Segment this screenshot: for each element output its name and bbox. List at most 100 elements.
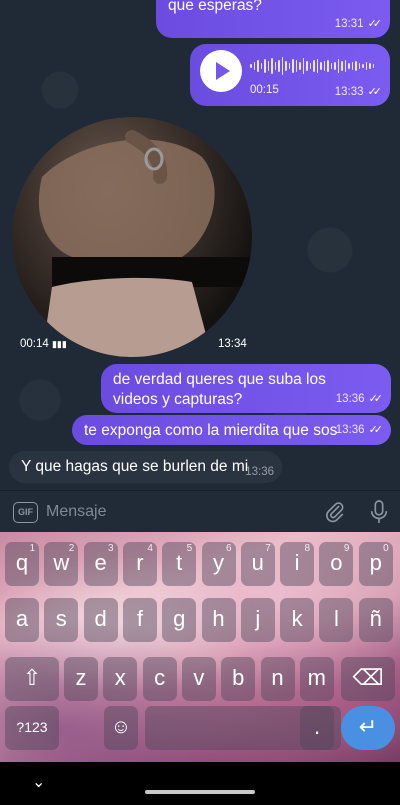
key-hint: 6 <box>225 543 232 554</box>
key-g[interactable]: g <box>162 598 197 642</box>
hide-keyboard-button[interactable]: ⌄ <box>32 772 45 792</box>
key-n[interactable]: n <box>260 657 295 701</box>
waveform-bar <box>337 59 339 73</box>
read-ticks-icon: ✓✓ <box>368 393 384 405</box>
message-text: te exponga como la mierdita que sos <box>84 422 338 439</box>
message-meta: 13:36 ✓✓ <box>335 420 383 440</box>
waveform-bar <box>351 62 353 70</box>
key-a[interactable]: a <box>5 598 39 642</box>
voice-message-bubble[interactable]: 00:15 13:33 ✓✓ <box>190 44 390 106</box>
on-screen-keyboard: ⇧ ⌫ ?123 ☺ . ↵ q1w2e3r4t5y6u7i8o9p0 asdfg… <box>0 532 400 762</box>
message-time: 13:36 <box>335 424 365 436</box>
message-bubble-outgoing[interactable]: que esperas? 13:31 ✓✓ <box>156 0 390 38</box>
attach-icon[interactable] <box>324 500 346 524</box>
waveform-bar <box>274 62 276 70</box>
message-text: de verdad queres que suba los videos y c… <box>113 371 326 408</box>
waveform-bar <box>341 61 343 71</box>
waveform-bar <box>358 63 360 69</box>
key-q[interactable]: q1 <box>5 542 39 586</box>
waveform-bar <box>313 60 315 72</box>
home-gesture-bar[interactable] <box>145 790 255 794</box>
delete-key[interactable]: ⌫ <box>341 657 395 701</box>
message-meta: 13:36 ✓✓ <box>335 389 384 409</box>
waveform-bar <box>372 64 374 68</box>
waveform-bar <box>285 61 287 71</box>
waveform-bar <box>278 60 280 72</box>
key-hint: 0 <box>383 543 389 554</box>
waveform-bar <box>264 59 266 73</box>
key-c[interactable]: c <box>142 657 177 701</box>
waveform-bar <box>334 62 336 70</box>
key-z[interactable]: z <box>64 657 98 701</box>
key-ñ[interactable]: ñ <box>358 598 393 642</box>
video-duration: 00:14 ▮▮▮ <box>20 338 67 350</box>
gif-icon[interactable]: GIF <box>13 502 38 523</box>
message-text: que esperas? <box>168 0 262 14</box>
key-v[interactable]: v <box>181 657 216 701</box>
waveform-bar <box>260 63 262 69</box>
waveform-bar <box>327 60 329 72</box>
key-w[interactable]: w2 <box>44 542 79 586</box>
waveform-bar <box>369 63 371 69</box>
key-s[interactable]: s <box>44 598 79 642</box>
key-u[interactable]: u7 <box>240 542 275 586</box>
waveform-bar <box>292 59 294 73</box>
video-frame-image <box>38 130 252 357</box>
play-button[interactable] <box>200 50 242 92</box>
message-time: 13:36 <box>335 393 365 405</box>
key-p[interactable]: p0 <box>358 542 393 586</box>
key-k[interactable]: k <box>280 598 315 642</box>
waveform-bar <box>253 62 255 70</box>
message-bubble-incoming[interactable]: Y que hagas que se burlen de mi 13:36 <box>9 451 282 483</box>
waveform-bar <box>362 64 364 68</box>
key-f[interactable]: f <box>122 598 157 642</box>
enter-key[interactable]: ↵ <box>341 706 395 750</box>
waveform-bar <box>309 63 311 69</box>
waveform-bar <box>348 63 350 69</box>
key-hint: 9 <box>343 543 350 554</box>
waveform-bar <box>302 58 304 74</box>
chat-area[interactable]: que esperas? 13:31 ✓✓ 00:15 13:33 ✓✓ 00:14… <box>0 0 400 490</box>
key-hint: 7 <box>265 543 271 554</box>
waveform-bar <box>355 61 357 71</box>
message-bubble-outgoing[interactable]: de verdad queres que suba los videos y c… <box>101 364 391 413</box>
key-x[interactable]: x <box>103 657 138 701</box>
key-y[interactable]: y6 <box>201 542 236 586</box>
key-m[interactable]: m <box>299 657 334 701</box>
key-t[interactable]: t5 <box>162 542 197 586</box>
video-message-thumbnail[interactable] <box>12 117 252 357</box>
waveform-bar <box>316 59 318 73</box>
shift-key[interactable]: ⇧ <box>5 657 59 701</box>
system-nav-bar: ⌄ <box>0 762 400 805</box>
waveform-bar <box>330 63 332 69</box>
message-input-bar: GIF <box>0 490 400 532</box>
symbols-key[interactable]: ?123 <box>5 706 59 750</box>
waveform-bar <box>281 57 283 75</box>
emoji-key[interactable]: ☺ <box>104 706 138 750</box>
key-j[interactable]: j <box>240 598 275 642</box>
key-hint: 1 <box>29 543 35 554</box>
key-e[interactable]: e3 <box>83 542 118 586</box>
waveform-bar <box>271 58 273 74</box>
key-d[interactable]: d <box>83 598 118 642</box>
key-hint: 8 <box>304 543 311 554</box>
key-hint: 5 <box>186 543 193 554</box>
key-l[interactable]: l <box>319 598 354 642</box>
message-time: 13:36 <box>245 466 274 478</box>
key-hint: 2 <box>68 543 75 554</box>
waveform-bar <box>344 60 346 72</box>
key-b[interactable]: b <box>221 657 256 701</box>
read-ticks-icon: ✓✓ <box>367 86 383 98</box>
key-r[interactable]: r4 <box>122 542 157 586</box>
key-o[interactable]: o9 <box>319 542 354 586</box>
microphone-icon[interactable] <box>368 499 390 525</box>
period-key[interactable]: . <box>300 706 334 750</box>
message-input[interactable] <box>46 499 306 525</box>
key-h[interactable]: h <box>201 598 236 642</box>
read-ticks-icon: ✓✓ <box>367 18 383 30</box>
message-text: Y que hagas que se burlen de mi <box>21 458 249 475</box>
message-bubble-outgoing[interactable]: te exponga como la mierdita que sos 13:3… <box>72 415 391 445</box>
key-i[interactable]: i8 <box>280 542 315 586</box>
message-meta: 13:33 ✓✓ <box>335 82 383 102</box>
audio-waveform[interactable] <box>250 56 374 76</box>
